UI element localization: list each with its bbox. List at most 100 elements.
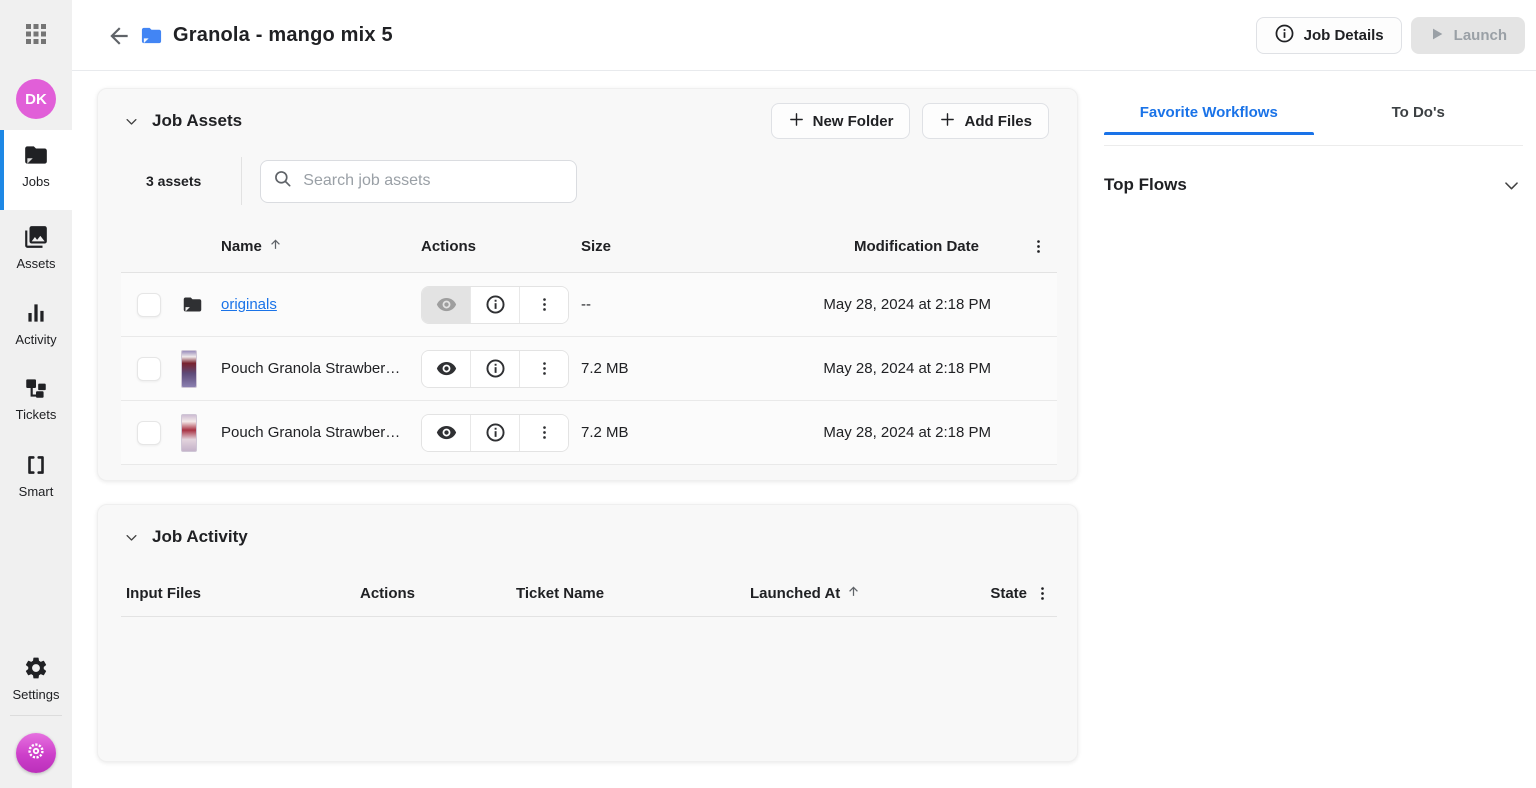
column-header-actions: Actions: [421, 238, 581, 255]
tab-to-dos[interactable]: To Do's: [1314, 90, 1524, 135]
sidebar-divider: [10, 715, 62, 716]
sidebar-item-activity[interactable]: Activity: [0, 288, 72, 354]
row-kebab-icon[interactable]: [519, 287, 568, 323]
launch-label: Launch: [1454, 27, 1507, 44]
folder-icon: [181, 294, 221, 315]
search-assets-box: [260, 160, 577, 203]
automation-gear-button[interactable]: [16, 733, 56, 773]
chevron-down-icon[interactable]: [1499, 173, 1523, 197]
job-folder-icon: [139, 24, 164, 52]
preview-eye-icon[interactable]: [422, 351, 470, 387]
plus-icon: [939, 111, 956, 132]
brackets-icon: [23, 452, 49, 478]
preview-eye-icon[interactable]: [422, 415, 470, 451]
column-header-size[interactable]: Size: [581, 238, 701, 255]
job-activity-card: Job Activity Input Files Actions Ticket …: [97, 504, 1078, 762]
sort-arrow-up-icon: [846, 584, 861, 603]
new-folder-label: New Folder: [813, 113, 894, 130]
row-action-group: [421, 414, 569, 452]
asset-count: 3 assets: [146, 173, 201, 189]
add-files-button[interactable]: Add Files: [922, 103, 1049, 139]
divider: [1104, 145, 1523, 146]
asset-size: 7.2 MB: [581, 360, 701, 377]
asset-modified-date: May 28, 2024 at 2:18 PM: [701, 424, 1019, 441]
back-arrow-icon[interactable]: [106, 23, 132, 49]
header: Granola - mango mix 5 Job Details Launch: [72, 0, 1536, 71]
preview-eye-icon: [422, 287, 470, 323]
gear-ring-icon: [25, 740, 47, 767]
workflows-panel: Favorite Workflows To Do's Top Flows: [1104, 90, 1523, 197]
asset-name: Pouch Granola Strawber…: [221, 360, 408, 377]
row-checkbox[interactable]: [137, 357, 161, 381]
tab-favorite-workflows[interactable]: Favorite Workflows: [1104, 90, 1314, 135]
asset-size: --: [581, 296, 701, 313]
empty-activity-body: [121, 617, 1057, 737]
column-header-name[interactable]: Name: [221, 237, 421, 256]
collapse-chevron-icon[interactable]: [119, 109, 143, 133]
sidebar-item-smart[interactable]: Smart: [0, 440, 72, 508]
sidebar: DK Jobs Assets: [0, 0, 72, 788]
asset-name-link[interactable]: originals: [221, 296, 277, 313]
sidebar-item-label: Tickets: [16, 407, 57, 422]
row-checkbox[interactable]: [137, 293, 161, 317]
row-kebab-icon[interactable]: [519, 351, 568, 387]
job-details-button[interactable]: Job Details: [1256, 17, 1402, 54]
sidebar-item-jobs[interactable]: Jobs: [0, 130, 72, 210]
row-kebab-icon[interactable]: [519, 415, 568, 451]
app-window: DK Jobs Assets: [0, 0, 1536, 788]
table-row: Pouch Granola Strawber…: [121, 337, 1057, 401]
new-folder-button[interactable]: New Folder: [771, 103, 911, 139]
column-header-state: State: [947, 585, 1027, 602]
column-settings-kebab-icon[interactable]: [1019, 238, 1057, 255]
search-input[interactable]: [303, 172, 564, 190]
sidebar-item-label: Jobs: [22, 174, 49, 189]
row-action-group: [421, 350, 569, 388]
asset-thumbnail: [181, 414, 197, 452]
workflow-icon: [23, 375, 49, 401]
column-header-launched-at[interactable]: Launched At: [750, 584, 947, 603]
info-icon[interactable]: [470, 415, 519, 451]
avatar[interactable]: DK: [16, 79, 56, 119]
job-details-label: Job Details: [1304, 27, 1384, 44]
play-icon: [1429, 26, 1445, 46]
active-indicator: [0, 130, 4, 210]
sidebar-item-label: Smart: [19, 484, 54, 499]
info-icon[interactable]: [470, 351, 519, 387]
column-header-actions: Actions: [360, 585, 516, 602]
table-row: Pouch Granola Strawber…: [121, 401, 1057, 465]
sidebar-item-assets[interactable]: Assets: [0, 212, 72, 278]
column-settings-kebab-icon[interactable]: [1027, 585, 1057, 602]
asset-size: 7.2 MB: [581, 424, 701, 441]
top-flows-title: Top Flows: [1104, 175, 1187, 195]
sidebar-item-label: Assets: [16, 256, 55, 271]
sidebar-item-tickets[interactable]: Tickets: [0, 363, 72, 431]
photo-library-icon: [23, 224, 49, 250]
page-title: Granola - mango mix 5: [173, 24, 393, 47]
activity-table: Input Files Actions Ticket Name Launched…: [121, 571, 1057, 737]
sidebar-item-label: Settings: [13, 687, 60, 702]
folder-icon: [23, 142, 49, 168]
search-icon: [273, 169, 293, 194]
plus-icon: [788, 111, 805, 132]
asset-modified-date: May 28, 2024 at 2:18 PM: [701, 360, 1019, 377]
assets-table: Name Actions Size Modification Date: [121, 221, 1057, 465]
info-icon: [1274, 23, 1295, 48]
sidebar-item-settings[interactable]: Settings: [0, 643, 72, 711]
table-row: originals: [121, 273, 1057, 337]
gear-icon: [23, 655, 49, 681]
row-action-group: [421, 286, 569, 324]
info-icon[interactable]: [470, 287, 519, 323]
column-header-modification-date[interactable]: Modification Date: [701, 238, 1019, 255]
app-grid-menu-icon[interactable]: [24, 22, 48, 46]
divider: [241, 157, 242, 205]
collapse-chevron-icon[interactable]: [119, 525, 143, 549]
sort-arrow-up-icon: [268, 237, 283, 256]
section-title: Job Activity: [152, 527, 248, 547]
launch-button[interactable]: Launch: [1411, 17, 1525, 54]
row-checkbox[interactable]: [137, 421, 161, 445]
asset-modified-date: May 28, 2024 at 2:18 PM: [701, 296, 1019, 313]
asset-name: Pouch Granola Strawber…: [221, 424, 408, 441]
sidebar-item-label: Activity: [15, 332, 56, 347]
section-title: Job Assets: [152, 111, 242, 131]
column-header-input-files: Input Files: [126, 585, 360, 602]
